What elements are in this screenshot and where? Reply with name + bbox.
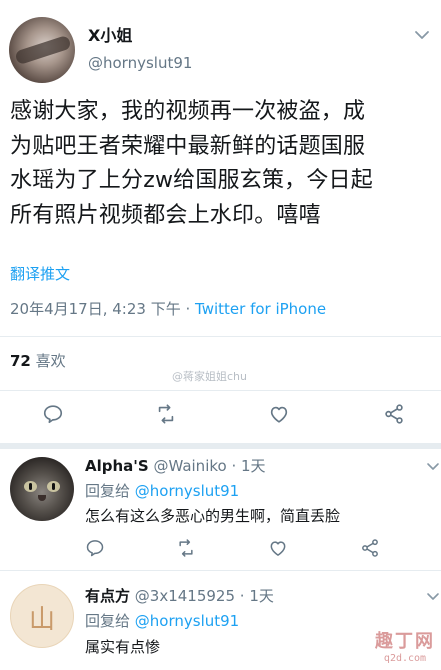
chevron-down-icon[interactable]: [426, 459, 440, 473]
like-count: 72: [10, 352, 31, 370]
tweet-text-line: 水瑶为了上分zw给国服玄策，今日起: [10, 168, 373, 193]
chevron-down-icon[interactable]: [413, 26, 431, 44]
author-avatar[interactable]: [9, 17, 75, 83]
cat-eye: [47, 481, 60, 492]
replying-prefix: 回复给: [85, 612, 135, 630]
share-icon[interactable]: [360, 538, 380, 558]
divider: [0, 570, 441, 571]
like-icon[interactable]: [268, 403, 290, 425]
author-handle[interactable]: @hornyslut91: [88, 54, 192, 72]
tweet-timestamp[interactable]: 20年4月17日, 4:23 下午: [10, 300, 181, 318]
overlay-watermark: @蒋家姐姐chu: [172, 370, 247, 383]
tweet-text: 感谢大家，我的视频再一次被盗，成 为贴吧王者荣耀中最新鲜的话题国服 水瑶为了上分…: [10, 95, 430, 233]
tweet-text-line: 感谢大家，我的视频再一次被盗，成: [10, 99, 366, 124]
section-separator: [0, 443, 441, 449]
tweet-text-line: 为贴吧王者荣耀中最新鲜的话题国服: [10, 133, 366, 159]
reply-handle-time: @Wainiko · 1天: [148, 457, 266, 475]
tweet-source-link[interactable]: Twitter for iPhone: [195, 300, 326, 318]
seal-glyph: ⼭: [29, 605, 56, 635]
reply-author-name[interactable]: 有点方: [85, 587, 130, 605]
cat-eye: [24, 481, 37, 492]
chevron-down-icon[interactable]: [426, 589, 440, 603]
divider: [0, 336, 441, 337]
reply-header: 有点方 @3x1415925 · 1天: [85, 585, 274, 606]
reply-text: 怎么有这么多恶心的男生啊，简直丢脸: [85, 507, 341, 525]
mention-link[interactable]: @hornyslut91: [135, 482, 239, 500]
meta-separator: ·: [180, 300, 196, 318]
site-watermark-main: 趣丁网: [375, 631, 435, 652]
author-name[interactable]: X小姐: [88, 22, 132, 46]
reply-author-name[interactable]: Alpha'S: [85, 457, 149, 475]
reply-icon[interactable]: [42, 403, 64, 425]
site-watermark-domain: q2d.com: [383, 653, 427, 664]
main-tweet: X小姐 @hornyslut91 感谢大家，我的视频再一次被盗，成 为贴吧王者荣…: [0, 0, 441, 443]
translate-tweet-link[interactable]: 翻译推文: [10, 263, 70, 284]
replying-to: 回复给 @hornyslut91: [85, 480, 239, 501]
reply-text: 属实有点惨: [85, 638, 161, 656]
reply-header: Alpha'S @Wainiko · 1天: [85, 455, 266, 476]
cat-nose: [38, 495, 46, 501]
retweet-icon[interactable]: [176, 538, 196, 558]
like-label: 喜欢: [30, 352, 66, 370]
replying-to: 回复给 @hornyslut91: [85, 610, 239, 631]
mention-link[interactable]: @hornyslut91: [135, 612, 239, 630]
tweet-text-line: 所有照片视频都会上水印。嘻嘻: [10, 202, 321, 228]
like-count-row[interactable]: 72 喜欢: [10, 350, 66, 371]
divider: [0, 390, 441, 391]
share-icon[interactable]: [383, 403, 405, 425]
retweet-icon[interactable]: [155, 403, 177, 425]
site-watermark: 趣丁网 q2d.com: [375, 627, 435, 664]
like-icon[interactable]: [268, 538, 288, 558]
replying-prefix: 回复给: [85, 482, 135, 500]
avatar[interactable]: [10, 457, 74, 521]
reply-handle-time: @3x1415925 · 1天: [130, 587, 274, 605]
reply-icon[interactable]: [85, 538, 105, 558]
avatar[interactable]: ⼭: [10, 584, 74, 648]
tweet-meta: 20年4月17日, 4:23 下午 · Twitter for iPhone: [10, 298, 326, 319]
